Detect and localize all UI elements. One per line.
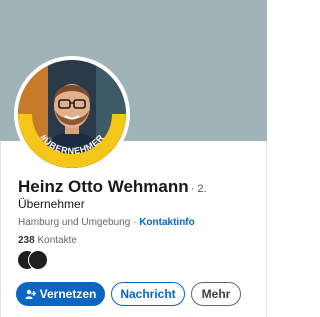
- more-button[interactable]: Mehr: [191, 282, 241, 306]
- profile-actions: Vernetzen Nachricht Mehr: [16, 282, 241, 306]
- profile-name-row: Heinz Otto Wehmann · 2.: [18, 177, 207, 197]
- more-button-label: Mehr: [201, 287, 231, 301]
- connections-count: 238: [18, 235, 35, 246]
- card-border-right: [266, 141, 267, 317]
- location-separator: ·: [130, 217, 140, 228]
- card-border-left: [0, 141, 1, 317]
- profile-name: Heinz Otto Wehmann: [18, 177, 189, 196]
- mutual-avatar: [28, 250, 48, 270]
- location-row: Hamburg und Umgebung · Kontaktinfo: [18, 217, 195, 228]
- connections-row[interactable]: 238 Kontakte: [18, 235, 77, 246]
- avatar-photo: #ÜBERNEHMER: [18, 60, 126, 168]
- connect-button[interactable]: Vernetzen: [16, 282, 105, 306]
- profile-location: Hamburg und Umgebung: [18, 217, 131, 228]
- mutual-connections-avatars[interactable]: [17, 250, 51, 270]
- connect-button-label: Vernetzen: [39, 287, 97, 301]
- contact-info-link[interactable]: Kontaktinfo: [139, 217, 195, 228]
- profile-headline: Übernehmer: [18, 197, 85, 211]
- connections-label: Kontakte: [37, 235, 77, 246]
- profile-avatar[interactable]: #ÜBERNEHMER: [14, 56, 130, 172]
- message-button[interactable]: Nachricht: [111, 282, 185, 306]
- add-person-icon: [25, 289, 36, 300]
- connection-degree: · 2.: [190, 183, 207, 195]
- message-button-label: Nachricht: [120, 287, 176, 301]
